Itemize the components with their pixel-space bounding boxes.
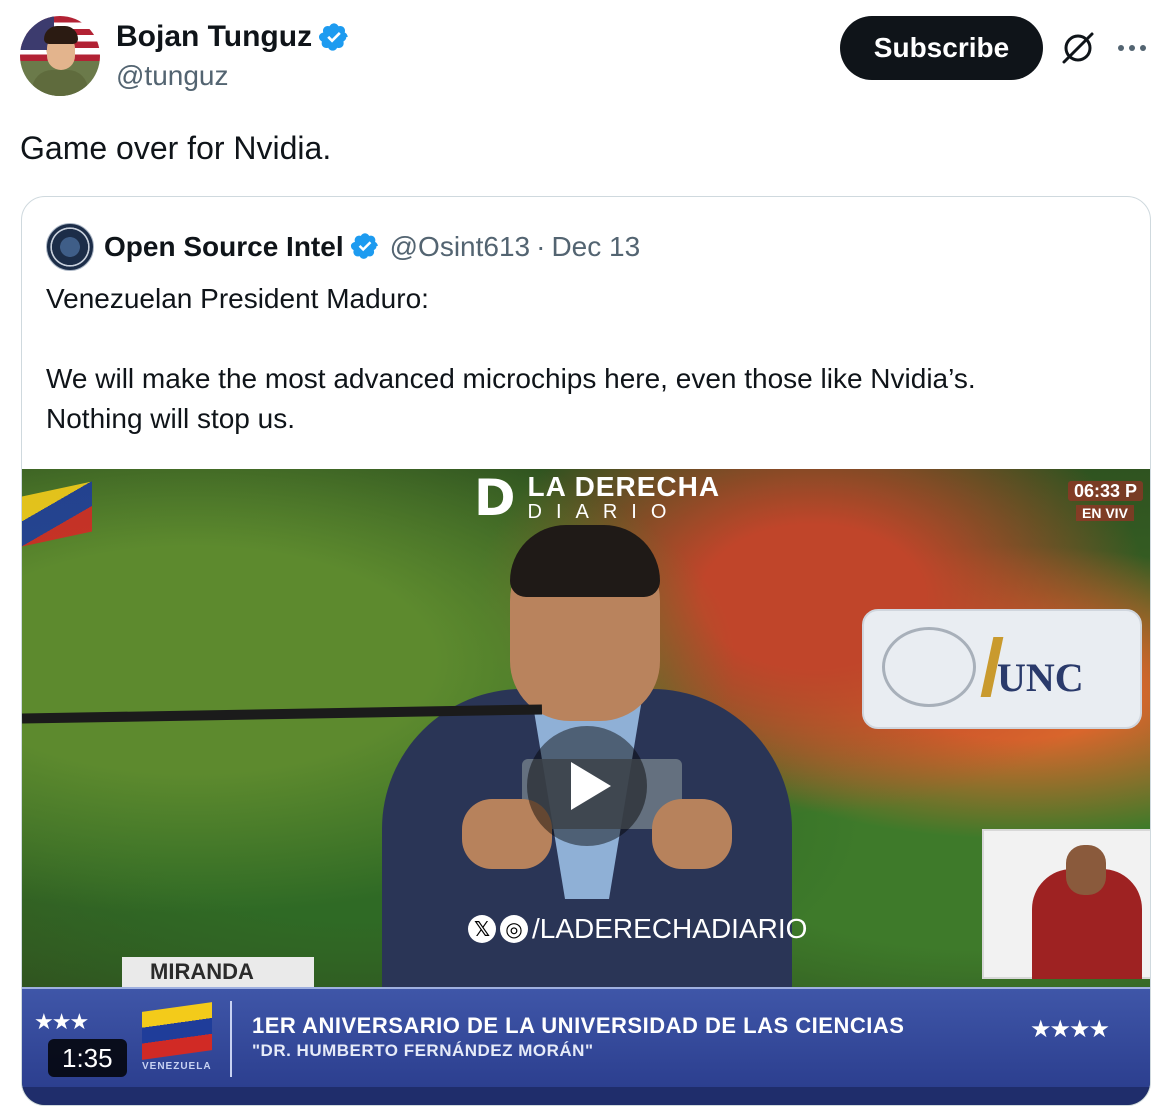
social-watermark: 𝕏 ◎ /LADERECHADIARIO xyxy=(468,913,807,945)
quoted-date[interactable]: Dec 13 xyxy=(551,231,640,263)
channel-logo-main: LA DERECHA xyxy=(527,471,721,502)
play-icon[interactable] xyxy=(527,726,647,846)
channel-logo: D LA DERECHA DIARIO xyxy=(474,469,721,527)
author-handle[interactable]: @tunguz xyxy=(116,60,350,92)
lower-third-title: 1ER ANIVERSARIO DE LA UNIVERSIDAD DE LAS… xyxy=(252,1013,905,1038)
stars-right: ★★★★ xyxy=(1030,1016,1110,1043)
quoted-header: Open Source Intel @Osint613 · Dec 13 xyxy=(46,223,640,271)
quoted-text: Venezuelan President Maduro: We will mak… xyxy=(46,279,1126,439)
quoted-paragraph xyxy=(46,319,1126,359)
broadcast-time: 06:33 P xyxy=(1068,481,1144,501)
unc-seal xyxy=(882,627,976,707)
more-icon[interactable] xyxy=(1112,28,1152,68)
lower-third-banner: ★★★ VENEZUELA 1ER ANIVERSARIO DE LA UNIV… xyxy=(22,987,1150,1087)
quoted-verified-badge-icon xyxy=(350,231,382,263)
quoted-separator: · xyxy=(536,231,546,262)
unc-sign-text: UNC xyxy=(997,655,1084,700)
location-tab: MIRANDA xyxy=(122,957,314,987)
author-block: Bojan Tunguz @tunguz xyxy=(116,18,350,92)
grok-icon[interactable] xyxy=(1058,28,1098,68)
avatar-hair xyxy=(44,26,78,44)
video-player[interactable]: UNC D LA DERECHA DIARIO 06:33 P EN VIV 𝕏… xyxy=(22,469,1150,1105)
channel-logo-letter: D xyxy=(474,469,516,527)
author-avatar[interactable] xyxy=(20,16,100,96)
speaker-hair xyxy=(510,525,660,597)
quoted-handle[interactable]: @Osint613 xyxy=(390,231,531,263)
venezuela-flag-corner xyxy=(22,481,92,547)
quoted-display-name[interactable]: Open Source Intel xyxy=(104,231,344,263)
lower-third-bottom-strip xyxy=(22,1087,1150,1105)
speaker-right-hand xyxy=(652,799,732,869)
avatar-shirt xyxy=(32,70,88,96)
channel-logo-sub: DIARIO xyxy=(527,501,681,523)
stars-left: ★★★ xyxy=(34,1009,89,1034)
video-duration-badge: 1:35 xyxy=(48,1039,127,1077)
quoted-paragraph: We will make the most advanced microchip… xyxy=(46,363,976,394)
broadcast-live-label: EN VIV xyxy=(1076,505,1134,521)
subscribe-button[interactable]: Subscribe xyxy=(840,16,1043,80)
author-name-row: Bojan Tunguz xyxy=(116,18,350,56)
lower-third-divider xyxy=(230,1001,232,1077)
quoted-post-card[interactable]: Open Source Intel @Osint613 · Dec 13 Ven… xyxy=(21,196,1151,1106)
author-display-name[interactable]: Bojan Tunguz xyxy=(116,20,312,54)
lower-third-subtitle: "DR. HUMBERTO FERNÁNDEZ MORÁN" xyxy=(252,1041,594,1060)
x-logo-icon: 𝕏 xyxy=(468,915,496,943)
post-header: Bojan Tunguz @tunguz Subscribe xyxy=(20,14,1150,98)
quoted-avatar[interactable] xyxy=(46,223,94,271)
quoted-paragraph: Nothing will stop us. xyxy=(46,403,296,434)
verified-badge-icon[interactable] xyxy=(318,21,350,53)
instagram-icon: ◎ xyxy=(500,915,528,943)
quoted-paragraph: Venezuelan President Maduro: xyxy=(46,283,429,314)
post-text: Game over for Nvidia. xyxy=(20,130,332,166)
watermark-handle: /LADERECHADIARIO xyxy=(532,913,808,944)
sign-interpreter-head xyxy=(1066,845,1106,895)
lower-third-flag-caption: VENEZUELA xyxy=(142,1061,212,1072)
lower-third-flag xyxy=(142,1002,212,1060)
